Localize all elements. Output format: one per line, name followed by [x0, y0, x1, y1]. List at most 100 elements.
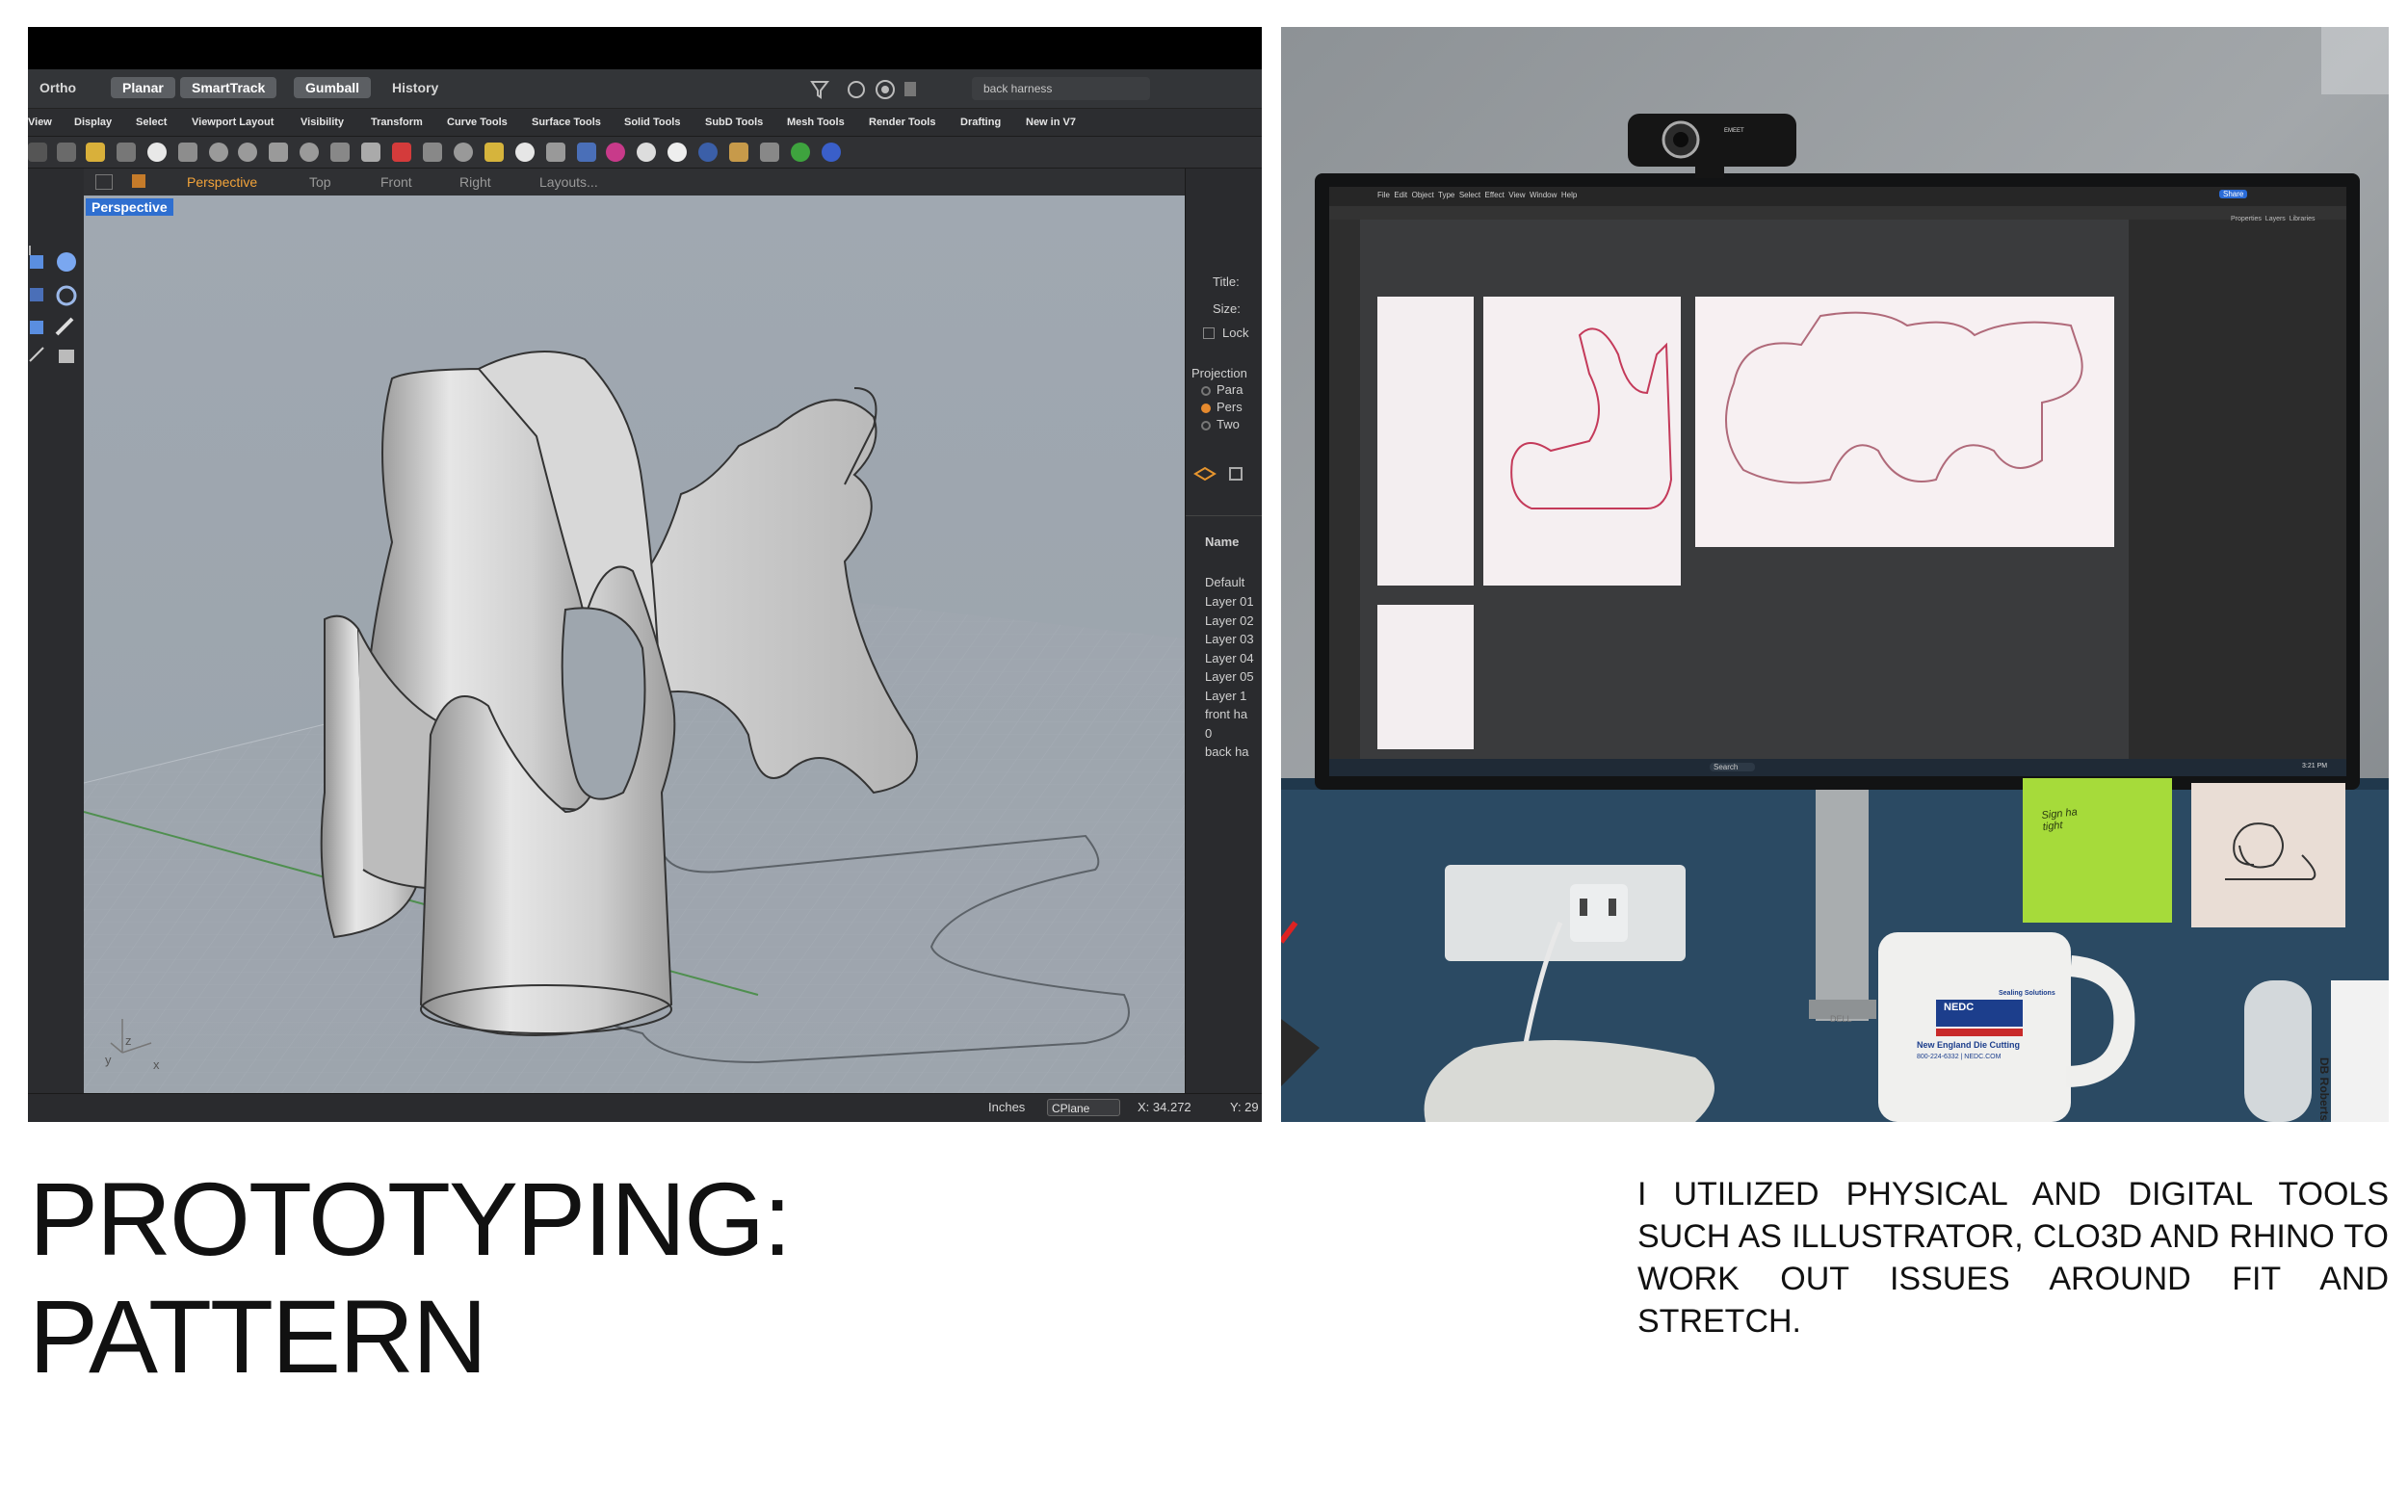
- tab-right[interactable]: Right: [459, 169, 491, 196]
- menu-view[interactable]: View: [1508, 191, 1525, 199]
- menu-window[interactable]: Window: [1530, 191, 1557, 199]
- four-view-icon[interactable]: [361, 143, 380, 162]
- menu-file[interactable]: File: [1377, 191, 1390, 199]
- menu-object[interactable]: Object: [1412, 191, 1434, 199]
- copy-icon[interactable]: [57, 143, 76, 162]
- tab-layers[interactable]: Layers: [2265, 216, 2286, 222]
- tab-surface-tools[interactable]: Surface Tools: [532, 109, 601, 136]
- square-icon: [904, 82, 916, 96]
- tab-solid-tools[interactable]: Solid Tools: [624, 109, 680, 136]
- car-icon[interactable]: [392, 143, 411, 162]
- undo-icon[interactable]: [117, 143, 136, 162]
- layer-item[interactable]: Layer 1: [1205, 689, 1246, 703]
- planar-toggle[interactable]: Planar: [111, 77, 175, 98]
- perspective-viewport[interactable]: [84, 196, 1185, 1093]
- snap-icon[interactable]: [454, 143, 473, 162]
- dimension-icon[interactable]: [760, 143, 779, 162]
- page-title: PROTOTYPING: PATTERN: [29, 1160, 792, 1395]
- viewport-tabs: Perspective Top Front Right Layouts...: [28, 169, 1185, 196]
- light-bulb-icon[interactable]: [515, 143, 535, 162]
- zoom-icon[interactable]: [209, 143, 228, 162]
- power-outlet: [1445, 865, 1686, 961]
- tab-drafting[interactable]: Drafting: [960, 109, 1001, 136]
- lock-icon[interactable]: [546, 143, 565, 162]
- tab-display[interactable]: Display: [74, 109, 112, 136]
- paste-icon[interactable]: [86, 143, 105, 162]
- tab-perspective[interactable]: Perspective: [187, 169, 257, 196]
- color-wheel-icon[interactable]: [606, 143, 625, 162]
- command-search-input[interactable]: back harness: [972, 77, 1150, 100]
- tab-layouts[interactable]: Layouts...: [539, 169, 598, 196]
- layer-icon[interactable]: [577, 143, 596, 162]
- history-toggle[interactable]: History: [380, 77, 450, 98]
- cut-icon[interactable]: [28, 143, 47, 162]
- zoom-window-icon[interactable]: [238, 143, 257, 162]
- menu-help[interactable]: Help: [1561, 191, 1577, 199]
- layer-item[interactable]: Layer 04: [1205, 651, 1254, 665]
- two-point-radio[interactable]: [1201, 421, 1211, 430]
- taskbar-search[interactable]: Search: [1710, 763, 1756, 771]
- units-label[interactable]: Inches: [988, 1100, 1025, 1114]
- tab-properties[interactable]: Properties: [2231, 216, 2262, 222]
- viewport-menu-icon[interactable]: [132, 174, 145, 188]
- tab-curve-tools[interactable]: Curve Tools: [447, 109, 508, 136]
- render-sphere-icon[interactable]: [667, 143, 687, 162]
- parallel-radio[interactable]: [1201, 386, 1211, 396]
- x-coordinate: X: 34.272: [1138, 1100, 1191, 1114]
- layer-item[interactable]: front ha: [1205, 707, 1247, 721]
- layer-item[interactable]: Default: [1205, 575, 1244, 589]
- layers-icon[interactable]: [1193, 462, 1251, 487]
- layer-item[interactable]: Layer 02: [1205, 613, 1254, 628]
- mug-line: Sealing Solutions: [1999, 990, 2055, 997]
- layer-item[interactable]: Layer 03: [1205, 632, 1254, 646]
- menu-select[interactable]: Select: [1459, 191, 1480, 199]
- tab-transform[interactable]: Transform: [371, 109, 423, 136]
- help-icon[interactable]: [822, 143, 841, 162]
- pan-hand-icon[interactable]: [147, 143, 167, 162]
- material-icon[interactable]: [637, 143, 656, 162]
- perspective-label: Pers: [1217, 400, 1243, 414]
- layer-item[interactable]: Layer 05: [1205, 669, 1254, 684]
- tab-mesh-tools[interactable]: Mesh Tools: [787, 109, 845, 136]
- share-button[interactable]: Share: [2219, 190, 2248, 198]
- tab-libraries[interactable]: Libraries: [2290, 216, 2316, 222]
- locked-checkbox[interactable]: [1203, 327, 1215, 339]
- tab-render-tools[interactable]: Render Tools: [869, 109, 935, 136]
- layer-item[interactable]: Layer 01: [1205, 594, 1254, 609]
- tab-select[interactable]: Select: [136, 109, 167, 136]
- environment-icon[interactable]: [698, 143, 718, 162]
- tab-new-in-v7[interactable]: New in V7: [1026, 109, 1076, 136]
- rotate-view-icon[interactable]: [178, 143, 197, 162]
- set-cplane-icon[interactable]: [423, 143, 442, 162]
- tab-top[interactable]: Top: [309, 169, 331, 196]
- grasshopper-icon[interactable]: [791, 143, 810, 162]
- box-icon[interactable]: [30, 255, 43, 269]
- tab-visibility[interactable]: Visibility: [301, 109, 344, 136]
- smarttrack-toggle[interactable]: SmartTrack: [180, 77, 277, 98]
- menu-effect[interactable]: Effect: [1485, 191, 1505, 199]
- zoom-extents-icon[interactable]: [269, 143, 288, 162]
- menu-type[interactable]: Type: [1438, 191, 1454, 199]
- grid-icon[interactable]: [95, 174, 113, 190]
- tab-subd-tools[interactable]: SubD Tools: [705, 109, 763, 136]
- parallel-label: Para: [1217, 382, 1243, 397]
- layer-name-header: Name: [1205, 534, 1240, 549]
- cplane-select[interactable]: CPlane: [1047, 1099, 1120, 1116]
- layer-item[interactable]: back ha: [1205, 744, 1249, 759]
- select-icon[interactable]: [484, 143, 504, 162]
- layer-item[interactable]: 0: [1205, 726, 1212, 741]
- zoom-selected-icon[interactable]: [300, 143, 319, 162]
- record-icon: [848, 81, 865, 98]
- tab-view[interactable]: View: [28, 109, 52, 136]
- perspective-radio[interactable]: [1201, 404, 1211, 413]
- menu-edit[interactable]: Edit: [1394, 191, 1407, 199]
- gumball-toggle[interactable]: Gumball: [294, 77, 372, 98]
- ortho-toggle[interactable]: Ortho: [28, 77, 88, 98]
- viewport-title-label[interactable]: Perspective: [86, 198, 173, 216]
- tab-viewport-layout[interactable]: Viewport Layout: [192, 109, 274, 136]
- tab-front[interactable]: Front: [380, 169, 412, 196]
- status-icons[interactable]: [810, 79, 916, 100]
- undo-view-icon[interactable]: [330, 143, 350, 162]
- render-icon[interactable]: [729, 143, 748, 162]
- sphere-icon[interactable]: [57, 252, 76, 272]
